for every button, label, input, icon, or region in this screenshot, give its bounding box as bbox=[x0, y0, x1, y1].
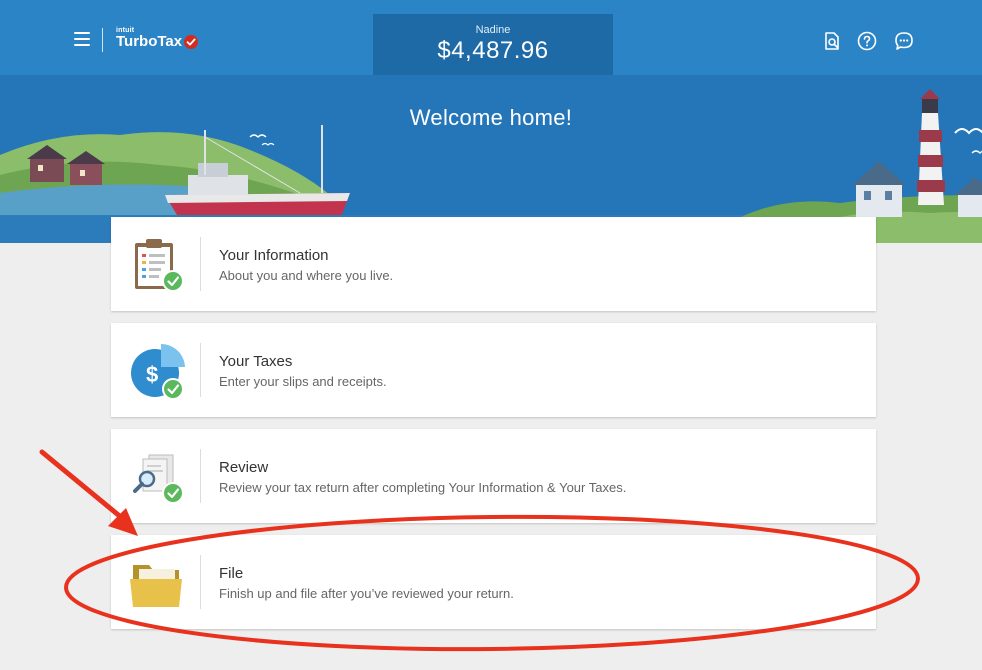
hamburger-menu-icon[interactable] bbox=[74, 32, 90, 46]
card-title: Your Information bbox=[219, 247, 329, 264]
card-file[interactable]: File Finish up and file after you’ve rev… bbox=[111, 535, 876, 629]
card-review[interactable]: Review Review your tax return after comp… bbox=[111, 429, 876, 523]
refund-meter[interactable]: Nadine $4,487.96 bbox=[373, 14, 613, 75]
refund-owner-name: Nadine bbox=[475, 24, 511, 36]
card-subtitle: About you and where you live. bbox=[219, 268, 394, 283]
card-title: File bbox=[219, 565, 244, 582]
logo-divider bbox=[102, 28, 103, 52]
card-title: Your Taxes bbox=[219, 353, 293, 370]
chat-icon[interactable] bbox=[894, 31, 914, 51]
card-your-taxes[interactable]: $ Your Taxes Enter your slips and receip… bbox=[111, 323, 876, 417]
card-divider bbox=[200, 343, 201, 397]
card-divider bbox=[200, 449, 201, 503]
dollar-pie-icon: $ bbox=[129, 343, 185, 400]
help-icon[interactable] bbox=[857, 31, 877, 51]
card-your-information[interactable]: Your Information About you and where you… bbox=[111, 217, 876, 311]
turbotax-logo[interactable]: intuit TurboTax bbox=[116, 27, 199, 50]
refund-amount: $4,487.96 bbox=[437, 37, 549, 64]
card-subtitle: Review your tax return after completing … bbox=[219, 480, 627, 495]
folder-icon bbox=[129, 555, 185, 611]
card-divider bbox=[200, 555, 201, 609]
card-title: Review bbox=[219, 459, 269, 476]
magnifier-documents-icon bbox=[129, 449, 185, 505]
card-subtitle: Enter your slips and receipts. bbox=[219, 374, 387, 389]
card-subtitle: Finish up and file after you’ve reviewed… bbox=[219, 586, 514, 601]
top-bar: intuit TurboTax Nadine $4,487.96 bbox=[0, 0, 982, 75]
logo-checkmark-icon bbox=[184, 35, 199, 49]
arrow-shaft bbox=[39, 449, 125, 521]
card-divider bbox=[200, 237, 201, 291]
search-document-icon[interactable] bbox=[822, 31, 842, 51]
welcome-heading: Welcome home! bbox=[409, 105, 573, 130]
logo-name-text: TurboTax bbox=[116, 33, 183, 50]
svg-text:$: $ bbox=[146, 362, 158, 387]
clipboard-icon bbox=[129, 237, 185, 293]
